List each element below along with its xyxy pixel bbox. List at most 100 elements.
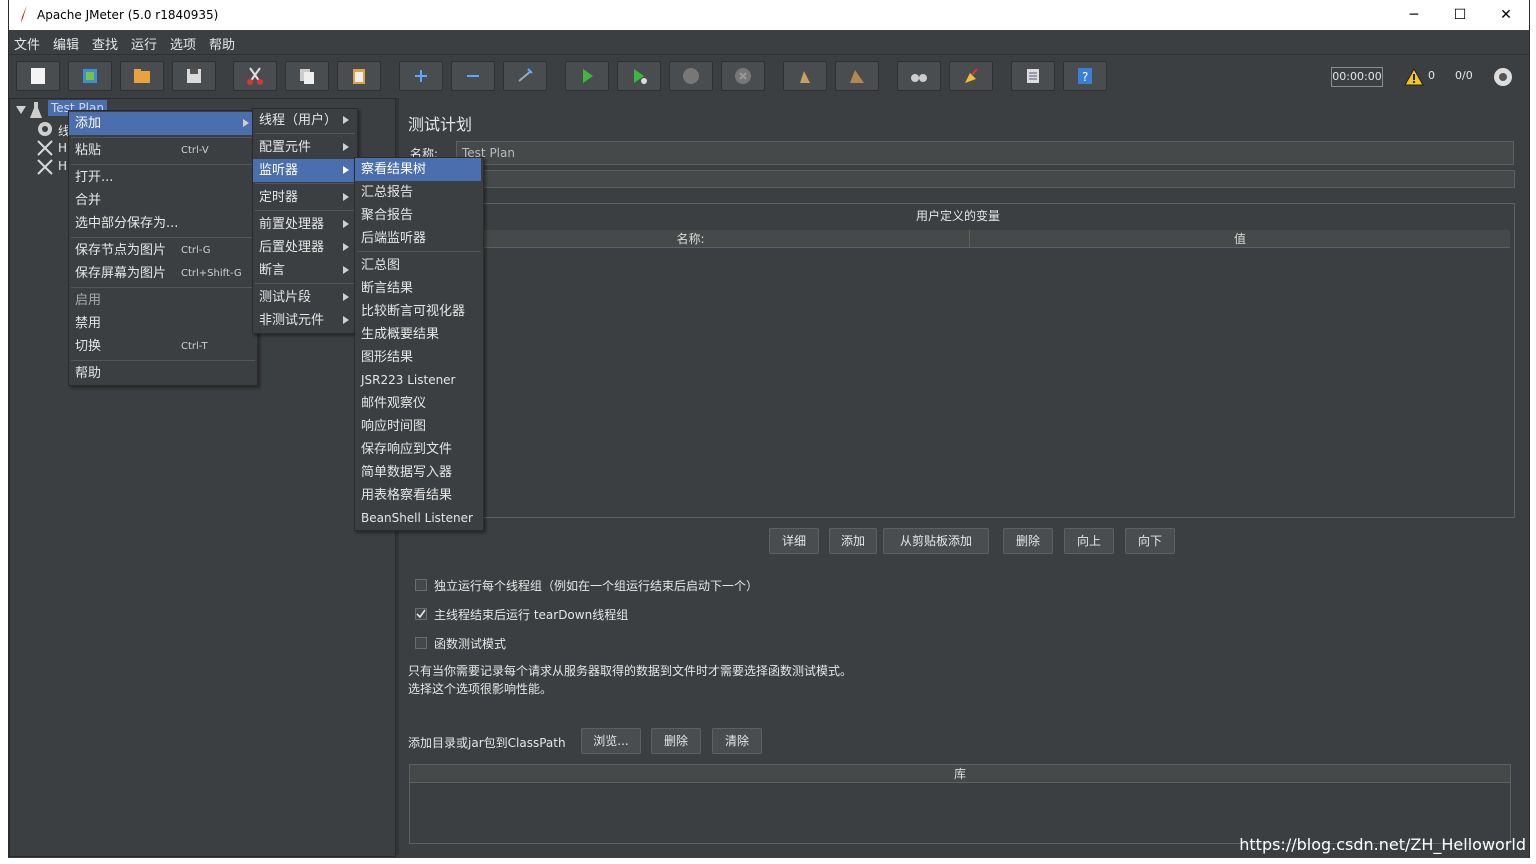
- search-button[interactable]: [897, 61, 941, 91]
- column-header-name[interactable]: 名称:: [412, 230, 970, 248]
- reset-search-button[interactable]: [949, 61, 993, 91]
- broom-all-icon: [850, 70, 864, 83]
- context-menu-enable[interactable]: 启用: [69, 289, 255, 312]
- submenu-timer[interactable]: 定时器: [253, 186, 355, 209]
- context-menu-open[interactable]: 打开...: [69, 166, 255, 189]
- csdn-watermark: https://blog.csdn.net/ZH_Helloworld: [1239, 835, 1526, 854]
- save-screen-image-shortcut: Ctrl+Shift-G: [181, 268, 242, 279]
- listener-save-responses[interactable]: 保存响应到文件: [355, 438, 481, 461]
- add-button[interactable]: 添加: [829, 528, 877, 554]
- expand-button[interactable]: [399, 61, 443, 91]
- listener-summary-report[interactable]: 汇总报告: [355, 181, 481, 204]
- library-table[interactable]: 库: [409, 764, 1511, 844]
- clear-button[interactable]: [783, 61, 827, 91]
- context-menu-save-node-image[interactable]: 保存节点为图片 Ctrl-G: [69, 239, 255, 262]
- collapse-button[interactable]: [451, 61, 495, 91]
- comments-input[interactable]: [407, 170, 1515, 188]
- submenu-post-processors[interactable]: 后置处理器: [253, 236, 355, 259]
- menu-search[interactable]: 查找: [92, 34, 118, 53]
- warning-count: 0: [1428, 69, 1435, 82]
- listener-view-results-table[interactable]: 用表格察看结果: [355, 484, 481, 507]
- clear-all-button[interactable]: [835, 61, 879, 91]
- close-button[interactable]: ✕: [1483, 0, 1529, 30]
- browse-button[interactable]: 浏览...: [581, 728, 641, 754]
- jmeter-window: Apache JMeter (5.0 r1840935) ─ ☐ ✕ 文件 编辑…: [8, 0, 1530, 858]
- submenu-pre-processors[interactable]: 前置处理器: [253, 213, 355, 236]
- move-down-button[interactable]: 向下: [1125, 528, 1175, 554]
- menu-file[interactable]: 文件: [14, 34, 40, 53]
- delete-button[interactable]: 删除: [1003, 528, 1053, 554]
- listener-backend-listener[interactable]: 后端监听器: [355, 227, 481, 250]
- menu-edit[interactable]: 编辑: [53, 34, 79, 53]
- toggle-button[interactable]: [503, 61, 547, 91]
- window-title: Apache JMeter (5.0 r1840935): [37, 8, 219, 22]
- submenu-test-fragment[interactable]: 测试片段: [253, 286, 355, 309]
- copy-button[interactable]: [285, 61, 329, 91]
- submenu-threads[interactable]: 线程（用户）: [253, 109, 355, 132]
- listener-response-time-graph[interactable]: 响应时间图: [355, 415, 481, 438]
- templates-button[interactable]: [68, 61, 112, 91]
- column-header-value[interactable]: 值: [970, 230, 1510, 248]
- menu-options[interactable]: 选项: [170, 34, 196, 53]
- elapsed-timer: 00:00:00: [1331, 67, 1383, 87]
- submenu-non-test-elements[interactable]: 非测试元件: [253, 309, 355, 332]
- classpath-delete-button[interactable]: 删除: [651, 728, 701, 754]
- listener-mailer-visualizer[interactable]: 邮件观察仪: [355, 392, 481, 415]
- serialize-threadgroups-checkbox[interactable]: [415, 579, 427, 591]
- submenu-listener[interactable]: 监听器: [253, 159, 355, 182]
- functional-mode-checkbox[interactable]: [415, 637, 427, 649]
- shutdown-button[interactable]: [721, 61, 765, 91]
- listener-generate-summary[interactable]: 生成概要结果: [355, 323, 481, 346]
- submenu-arrow-icon: [343, 266, 349, 274]
- listener-aggregate-report[interactable]: 聚合报告: [355, 204, 481, 227]
- context-menu-help[interactable]: 帮助: [69, 362, 255, 385]
- start-no-pauses-button[interactable]: [617, 61, 661, 91]
- thread-count: 0/0: [1455, 69, 1473, 82]
- listener-aggregate-graph[interactable]: 汇总图: [355, 254, 481, 277]
- listener-jsr223[interactable]: JSR223 Listener: [355, 369, 481, 392]
- submenu-assertions-label: 断言: [259, 263, 286, 278]
- submenu-arrow-icon: [343, 220, 349, 228]
- library-column-header[interactable]: 库: [410, 765, 1510, 783]
- move-up-button[interactable]: 向上: [1064, 528, 1114, 554]
- context-menu-save-selection[interactable]: 选中部分保存为...: [69, 212, 255, 235]
- start-button[interactable]: [565, 61, 609, 91]
- warning-icon[interactable]: [1404, 68, 1424, 86]
- classpath-clear-button[interactable]: 清除: [712, 728, 762, 754]
- detail-button[interactable]: 详细: [769, 528, 819, 554]
- context-menu-merge[interactable]: 合并: [69, 189, 255, 212]
- listener-view-results-tree[interactable]: 察看结果树: [355, 158, 481, 181]
- context-menu-paste[interactable]: 粘贴 Ctrl-V: [69, 139, 255, 162]
- listener-beanshell[interactable]: BeanShell Listener: [355, 507, 481, 530]
- tree-node-http-2[interactable]: H: [58, 159, 67, 173]
- context-menu-toggle[interactable]: 切换 Ctrl-T: [69, 335, 255, 358]
- name-input[interactable]: Test Plan: [456, 141, 1514, 165]
- function-helper-button[interactable]: [1011, 61, 1055, 91]
- cut-button[interactable]: [233, 61, 277, 91]
- tree-expand-icon[interactable]: [16, 106, 26, 114]
- listener-assertion-results[interactable]: 断言结果: [355, 277, 481, 300]
- add-from-clipboard-button[interactable]: 从剪贴板添加: [883, 528, 989, 554]
- open-button[interactable]: [120, 61, 164, 91]
- save-button[interactable]: [172, 61, 216, 91]
- menu-run[interactable]: 运行: [131, 34, 157, 53]
- listener-graph-results[interactable]: 图形结果: [355, 346, 481, 369]
- submenu-assertions[interactable]: 断言: [253, 259, 355, 282]
- tree-node-http-1[interactable]: H: [58, 141, 67, 155]
- submenu-config-element[interactable]: 配置元件: [253, 136, 355, 159]
- minimize-button[interactable]: ─: [1391, 0, 1437, 30]
- maximize-button[interactable]: ☐: [1437, 0, 1483, 30]
- help-button[interactable]: ?: [1063, 61, 1107, 91]
- open-folder-icon: [134, 69, 150, 83]
- paste-button[interactable]: [337, 61, 381, 91]
- context-menu-disable[interactable]: 禁用: [69, 312, 255, 335]
- teardown-on-shutdown-checkbox[interactable]: [415, 608, 427, 620]
- new-button[interactable]: [16, 61, 60, 91]
- save-node-image-shortcut: Ctrl-G: [181, 245, 211, 256]
- listener-comparison-visualizer[interactable]: 比较断言可视化器: [355, 300, 481, 323]
- menu-help[interactable]: 帮助: [209, 34, 235, 53]
- context-menu-save-screen-image[interactable]: 保存屏幕为图片 Ctrl+Shift-G: [69, 262, 255, 285]
- context-menu-add[interactable]: 添加: [69, 112, 255, 135]
- listener-simple-data-writer[interactable]: 简单数据写入器: [355, 461, 481, 484]
- stop-button[interactable]: [669, 61, 713, 91]
